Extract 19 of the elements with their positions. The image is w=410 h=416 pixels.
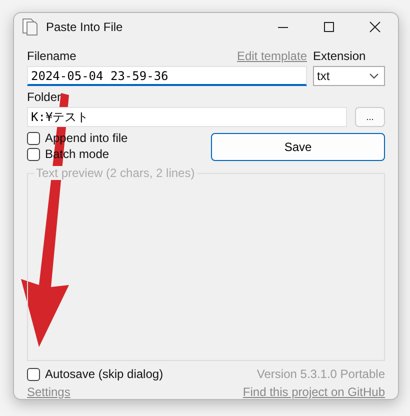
checkbox[interactable] xyxy=(27,148,40,160)
maximize-icon[interactable] xyxy=(323,20,335,32)
document-icon xyxy=(22,18,38,36)
checkbox[interactable] xyxy=(27,132,40,144)
extension-dropdown[interactable]: txt xyxy=(313,66,385,86)
filename-field[interactable]: 2024-05-04 23-59-36 xyxy=(27,66,307,86)
close-icon[interactable] xyxy=(369,20,381,32)
extension-label: Extension xyxy=(313,48,367,64)
folder-label: Folder xyxy=(27,89,62,105)
browse-button[interactable]: ... xyxy=(355,107,385,127)
checkbox-label: Autosave (skip dialog) xyxy=(45,367,164,381)
chevron-icon xyxy=(369,73,379,79)
folder-field[interactable]: K:¥テスト xyxy=(27,107,347,127)
preview-title: Text preview (2 chars, 2 lines) xyxy=(34,166,197,180)
save-button[interactable]: Save xyxy=(211,133,385,161)
filename-label: Filename xyxy=(27,48,76,64)
version-text: Version 5.3.1.0 Portable xyxy=(256,367,385,381)
window-title: Paste Into File xyxy=(46,20,123,34)
checkbox[interactable] xyxy=(27,368,40,380)
